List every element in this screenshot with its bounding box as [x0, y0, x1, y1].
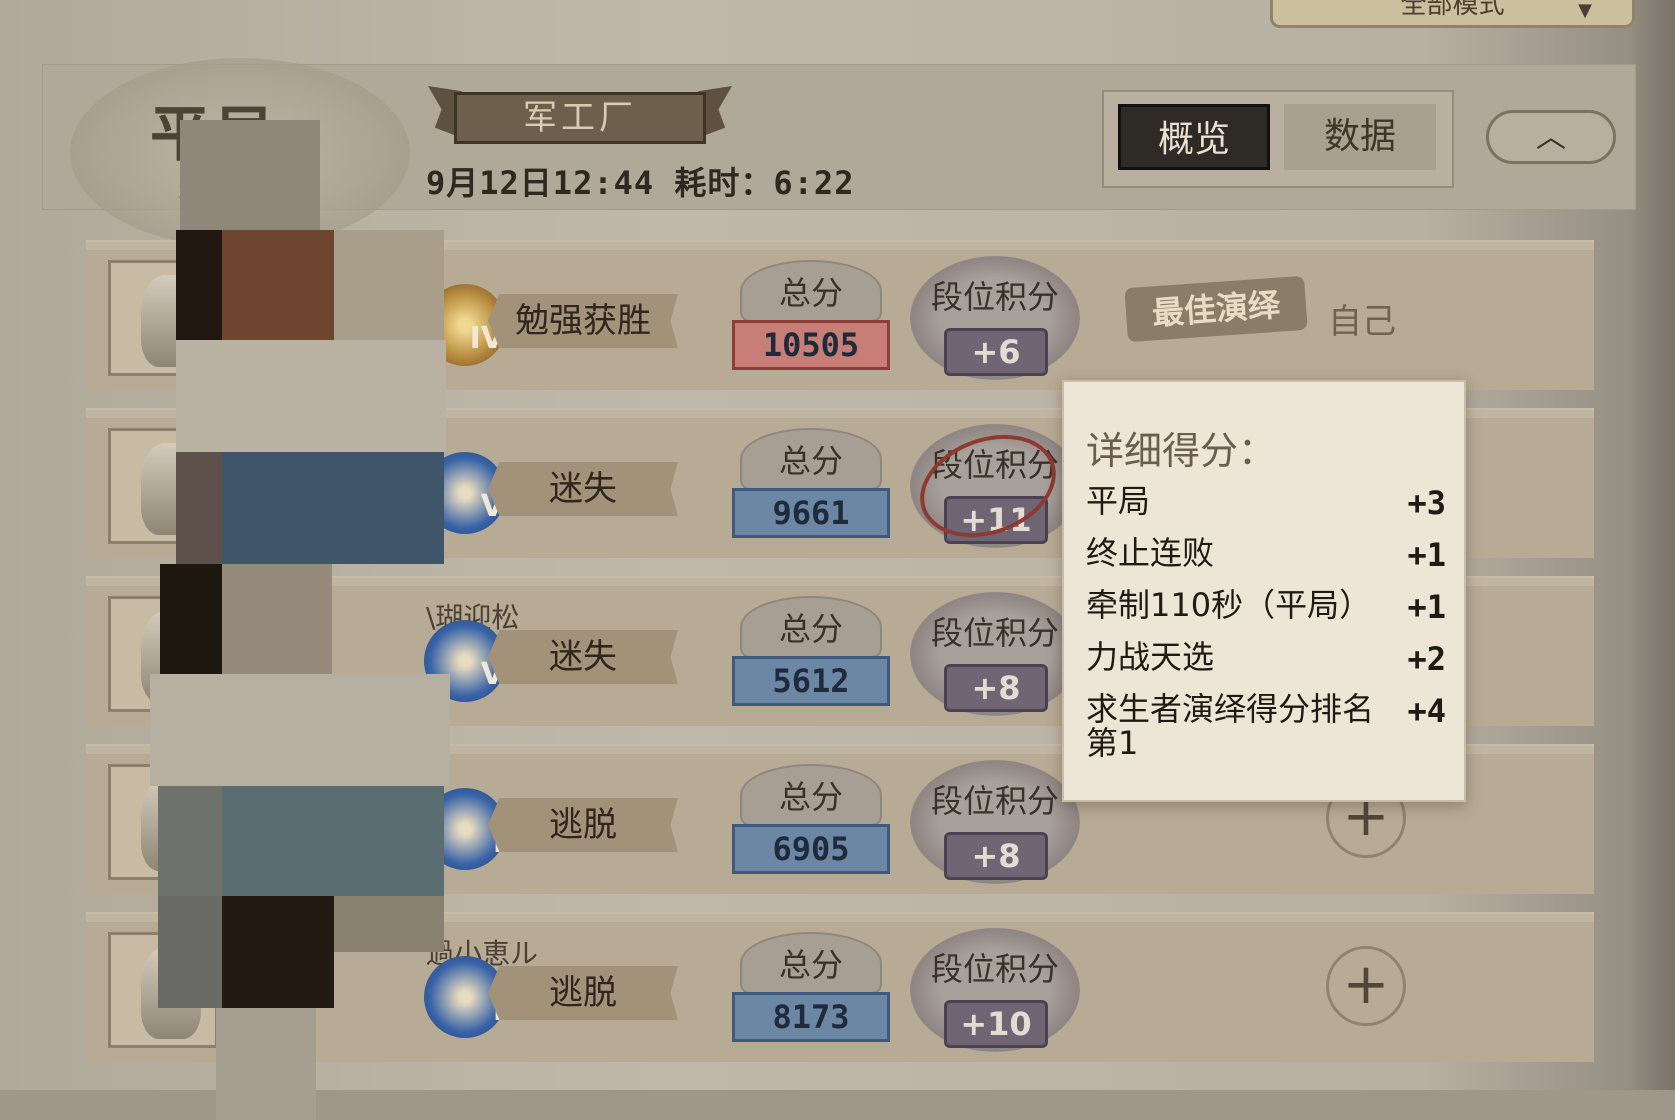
redaction-block: [176, 340, 446, 452]
redaction-block: [216, 1008, 316, 1120]
rank-points-head: 段位积分: [930, 278, 1059, 316]
score-line: 平局 +3: [1086, 484, 1446, 524]
score-line-label: 求生者演绎得分排名第1: [1086, 690, 1375, 762]
chevron-up-icon: ︿: [1536, 120, 1566, 155]
redaction-block: [158, 786, 222, 896]
mode-select[interactable]: 全部模式 ▼: [1270, 0, 1635, 28]
score-line: 力战天选 +2: [1086, 640, 1446, 680]
redaction-block: [222, 786, 444, 896]
score-line-value: +3: [1407, 484, 1446, 522]
collapse-button[interactable]: ︿: [1486, 110, 1616, 164]
score-detail-popup: 详细得分： 平局 +3 终止连败 +1 牵制110秒（平局） +1 力战天选 +…: [1062, 380, 1466, 802]
total-score-value: 8173: [732, 992, 890, 1042]
total-score-value: 9661: [732, 488, 890, 538]
total-score-badge: 总分 6905: [726, 764, 896, 882]
rank-points-head: 段位积分: [930, 614, 1059, 652]
total-score-head: 总分: [740, 596, 882, 658]
score-line-value: +2: [1407, 640, 1446, 678]
redaction-block: [176, 230, 222, 340]
score-line-label: 力战天选: [1086, 638, 1215, 676]
redaction-block: [334, 230, 444, 340]
player-outcome: 迷失: [488, 630, 678, 684]
total-score-head: 总分: [740, 932, 882, 994]
total-score-badge: 总分 8173: [726, 932, 896, 1050]
map-banner: 军工厂: [428, 86, 732, 148]
view-tabs: 概览 数据: [1102, 90, 1454, 188]
redaction-block: [334, 896, 444, 952]
background-edge-shadow: [1630, 0, 1675, 1120]
rank-points-head: 段位积分: [930, 950, 1059, 988]
redaction-block: [222, 564, 332, 674]
total-score-head: 总分: [740, 428, 882, 490]
score-line: 求生者演绎得分排名第1 +4: [1086, 692, 1446, 772]
tab-overview[interactable]: 概览: [1118, 104, 1270, 170]
map-name: 军工厂: [523, 98, 637, 138]
rank-points-head: 段位积分: [930, 782, 1059, 820]
player-outcome: 逃脱: [488, 966, 678, 1020]
score-line-label: 牵制110秒（平局）: [1086, 586, 1372, 624]
self-label: 自己: [1328, 302, 1396, 342]
popup-title: 详细得分：: [1086, 429, 1277, 473]
match-info: 9月12日12:44 耗时：6:22: [426, 164, 855, 202]
redaction-block: [158, 896, 222, 1008]
tab-data[interactable]: 数据: [1284, 104, 1436, 170]
chevron-down-icon: ▼: [1578, 0, 1592, 21]
total-score-head: 总分: [740, 764, 882, 826]
redaction-block: [180, 120, 320, 230]
player-outcome: 勉强获胜: [488, 294, 678, 348]
rank-points-badge[interactable]: 段位积分 +8: [904, 760, 1086, 888]
score-line-label: 终止连败: [1086, 534, 1215, 572]
rank-points-value: +10: [944, 1000, 1048, 1048]
total-score-badge: 总分 10505: [726, 260, 896, 378]
total-score-badge: 总分 5612: [726, 596, 896, 714]
redaction-block: [150, 674, 450, 786]
redaction-block: [222, 230, 334, 340]
redaction-block: [222, 452, 444, 564]
player-outcome: 逃脱: [488, 798, 678, 852]
rank-points-badge[interactable]: 段位积分 +8: [904, 592, 1086, 720]
redaction-block: [222, 896, 334, 1008]
total-score-head: 总分: [740, 260, 882, 322]
total-score-value: 10505: [732, 320, 890, 370]
rank-points-value: +6: [944, 328, 1048, 376]
rank-points-value: +8: [944, 832, 1048, 880]
score-line-value: +1: [1407, 588, 1446, 626]
total-score-badge: 总分 9661: [726, 428, 896, 546]
redaction-block: [160, 564, 222, 674]
total-score-value: 6905: [732, 824, 890, 874]
rank-points-badge[interactable]: 段位积分 +10: [904, 928, 1086, 1056]
player-outcome: 迷失: [488, 462, 678, 516]
total-score-value: 5612: [732, 656, 890, 706]
best-performance-stamp: 最佳演绎: [1124, 275, 1308, 343]
rank-points-badge[interactable]: 段位积分 +6: [904, 256, 1086, 384]
score-line-value: +1: [1407, 536, 1446, 574]
score-line-label: 平局: [1086, 482, 1151, 520]
score-line: 终止连败 +1: [1086, 536, 1446, 576]
mode-select-label: 全部模式: [1400, 0, 1505, 20]
score-line: 牵制110秒（平局） +1: [1086, 588, 1446, 628]
redaction-block: [176, 452, 222, 564]
add-friend-button[interactable]: +: [1326, 946, 1406, 1026]
rank-points-value: +8: [944, 664, 1048, 712]
score-line-value: +4: [1407, 692, 1446, 730]
